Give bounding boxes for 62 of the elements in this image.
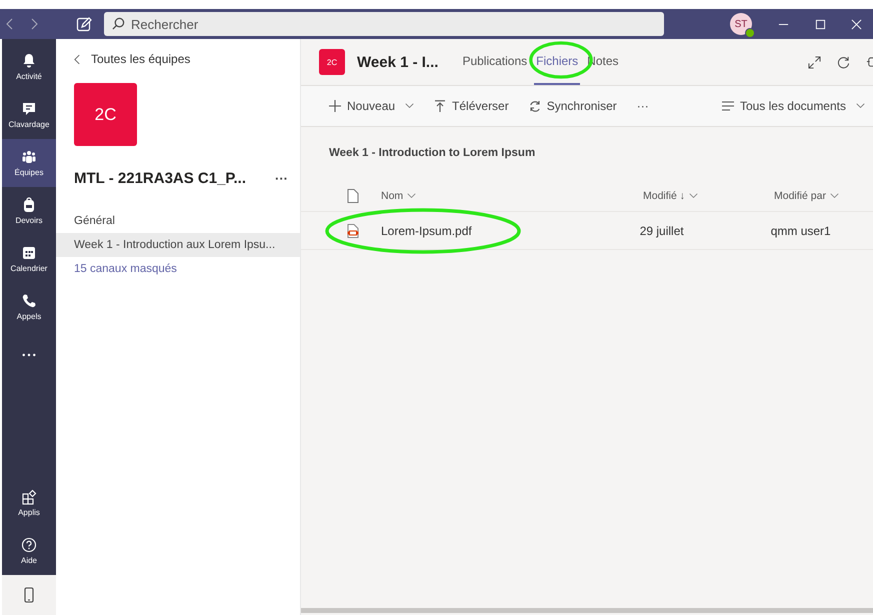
more-button[interactable]: ··· (636, 99, 649, 113)
chevron-down-icon (856, 103, 865, 109)
table-cell-text: 29 juillet (640, 224, 685, 238)
chevron-down-icon (407, 193, 416, 199)
search-icon (112, 17, 125, 30)
channel-tile: 2C (319, 49, 345, 75)
tab[interactable]: Publications (460, 39, 530, 85)
app-bar-item[interactable]: Calendrier (2, 235, 56, 283)
list-icon (722, 100, 734, 112)
app-bar-item[interactable]: Clavardage (2, 91, 56, 139)
help-icon (21, 537, 37, 553)
bell-icon (21, 53, 37, 69)
calendar-icon (21, 245, 37, 261)
channel-title: Week 1 - I... (357, 54, 438, 70)
scroll-bar[interactable] (301, 608, 873, 613)
column-header[interactable]: Nom (381, 190, 643, 202)
app-bar-item[interactable]: Appels (2, 283, 56, 331)
sync-icon (528, 100, 541, 112)
channel-item[interactable]: Général (56, 209, 300, 233)
compose-icon[interactable] (76, 16, 92, 32)
backpack-icon (21, 197, 37, 213)
more-icon (22, 353, 36, 357)
toolbar-button[interactable]: Téléverser (434, 99, 509, 113)
team-name: MTL - 221RA3AS C1_P... (74, 170, 246, 187)
file-type-icon (347, 189, 359, 203)
upload-icon (434, 100, 446, 112)
folder-title: Week 1 - Introduction to Lorem Ipsum (329, 147, 536, 159)
plus-icon (329, 100, 341, 112)
close-icon[interactable] (851, 18, 862, 30)
chevron-down-icon (405, 103, 414, 109)
chevron-down-icon (689, 193, 698, 199)
expand-icon[interactable] (808, 56, 821, 68)
pdf-file-icon (347, 224, 359, 238)
toolbar-button[interactable]: Synchroniser (528, 99, 617, 113)
user-avatar[interactable]: ST (730, 13, 752, 35)
app-bar-item[interactable] (2, 575, 56, 615)
view-dropdown[interactable]: Tous les documents (722, 99, 865, 113)
chevron-left-icon (74, 54, 81, 64)
refresh-icon[interactable] (837, 56, 850, 68)
hidden-channels-link[interactable]: 15 canaux masqués (56, 257, 300, 281)
column-header[interactable]: Modifié par (774, 190, 839, 202)
app-bar-item[interactable]: Équipes (2, 139, 56, 187)
team-tile: 2C (74, 83, 137, 146)
file-name-link[interactable]: Lorem-Ipsum.pdf (381, 224, 472, 238)
search-field[interactable]: Rechercher (104, 12, 664, 36)
chevron-down-icon (830, 193, 839, 199)
toolbar-button[interactable]: Nouveau (329, 99, 414, 113)
back-link[interactable]: Toutes les équipes (74, 51, 300, 67)
back-link-label: Toutes les équipes (91, 52, 190, 66)
phone-icon (21, 293, 37, 309)
people-icon (21, 149, 37, 165)
app-bar-item[interactable]: Applis (2, 479, 56, 527)
table-cell: qmm user1 (770, 224, 831, 238)
app-bar-item[interactable]: Activité (2, 43, 56, 91)
app-bar-item[interactable]: Devoirs (2, 187, 56, 235)
maximize-icon[interactable] (815, 18, 826, 30)
apps-icon (21, 489, 37, 505)
app-bar-item[interactable]: Aide (2, 527, 56, 575)
column-header[interactable]: Modifié ↓ (643, 190, 774, 202)
channel-item[interactable]: Week 1 - Introduction aux Lorem Ipsu... (56, 233, 300, 257)
more-options-button[interactable]: ··· (275, 171, 288, 186)
chat-icon (21, 101, 37, 117)
